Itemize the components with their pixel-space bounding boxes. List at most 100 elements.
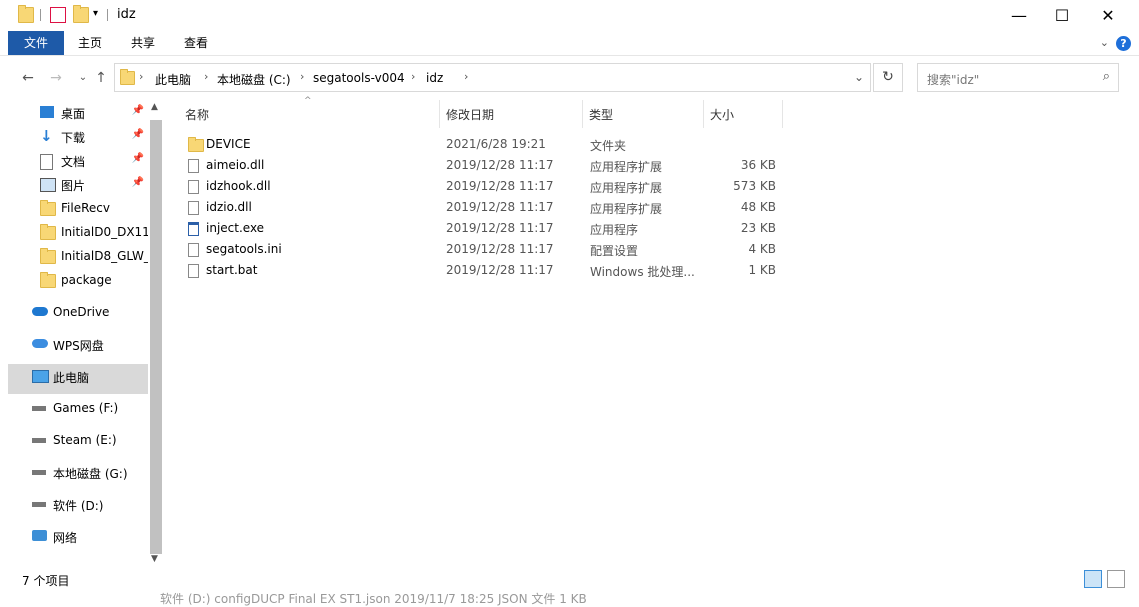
nav-scrollbar[interactable]: ▲ ▼ [148, 100, 163, 568]
nav-item-network[interactable]: 网络 [8, 524, 148, 554]
list-item[interactable]: segatools.ini 2019/12/28 11:17 配置设置 4 KB [180, 239, 800, 260]
nav-item-label: 此电脑 [53, 371, 90, 385]
file-size: 23 KB [740, 221, 776, 235]
divider[interactable] [582, 100, 583, 128]
properties-icon[interactable] [50, 7, 66, 23]
file-date: 2019/12/28 11:17 [446, 158, 554, 172]
sort-indicator-icon: ^ [304, 96, 312, 106]
ribbon-tabs: 文件 主页 共享 查看 ⌄ ? [0, 31, 1139, 56]
breadcrumb-idz[interactable]: idz [426, 71, 443, 85]
header-date[interactable]: 修改日期 [446, 106, 494, 123]
scrollbar-thumb[interactable] [150, 120, 162, 554]
file-size: 4 KB [748, 242, 776, 256]
header-size[interactable]: 大小 [710, 106, 734, 123]
nav-item-label: FileRecv [61, 201, 110, 215]
chevron-right-icon[interactable]: › [411, 70, 415, 83]
column-header: ^ 名称 修改日期 类型 大小 [171, 96, 1139, 130]
nav-item-onedrive[interactable]: OneDrive [8, 300, 148, 330]
divider [107, 9, 108, 21]
pin-icon[interactable]: 📌 [132, 129, 144, 140]
breadcrumb-this-pc[interactable]: 此电脑 [155, 71, 191, 88]
file-name: idzio.dll [206, 200, 252, 214]
list-item[interactable]: idzio.dll 2019/12/28 11:17 应用程序扩展 48 KB [180, 197, 800, 218]
pin-icon[interactable]: 📌 [132, 153, 144, 164]
nav-item-label: WPS网盘 [53, 339, 104, 353]
file-type: 文件夹 [590, 139, 627, 153]
chevron-right-icon[interactable]: › [204, 70, 208, 83]
scroll-down-icon[interactable]: ▼ [151, 554, 158, 564]
folder-icon [40, 248, 56, 264]
list-item[interactable]: idzhook.dll 2019/12/28 11:17 应用程序扩展 573 … [180, 176, 800, 197]
computer-icon [32, 370, 49, 383]
picture-icon [40, 178, 56, 192]
header-type[interactable]: 类型 [589, 106, 613, 123]
list-item[interactable]: aimeio.dll 2019/12/28 11:17 应用程序扩展 36 KB [180, 155, 800, 176]
breadcrumb-drive-c[interactable]: 本地磁盘 (C:) [217, 71, 291, 88]
nav-item-steam-e[interactable]: Steam (E:) [8, 428, 148, 458]
chevron-down-icon[interactable]: ▾ [93, 8, 98, 19]
large-icons-view-icon[interactable] [1107, 570, 1125, 588]
breadcrumb-segatools[interactable]: segatools-v004 [313, 71, 405, 85]
dll-icon [188, 159, 199, 173]
nav-item-drive-g[interactable]: 本地磁盘 (G:) [8, 460, 148, 490]
file-size: 573 KB [733, 179, 776, 193]
drive-icon [32, 438, 46, 443]
up-button[interactable]: ↑ [91, 68, 111, 88]
chevron-down-icon[interactable]: ⌄ [854, 70, 864, 84]
divider[interactable] [782, 100, 783, 128]
folder-icon [120, 69, 135, 85]
chevron-right-icon[interactable]: › [300, 70, 304, 83]
divider[interactable] [703, 100, 704, 128]
new-folder-icon[interactable] [73, 5, 89, 23]
file-type: 应用程序 [590, 223, 639, 237]
scroll-up-icon[interactable]: ▲ [151, 102, 158, 112]
tab-file[interactable]: 文件 [8, 31, 64, 55]
refresh-button[interactable]: ↻ [873, 63, 903, 92]
nav-item-label: InitialD8_GLW_I [61, 249, 148, 263]
folder-icon [18, 5, 34, 23]
minimize-button[interactable]: — [996, 0, 1042, 31]
details-view-icon[interactable] [1084, 570, 1102, 588]
bat-icon [188, 264, 199, 278]
file-type: 应用程序扩展 [590, 202, 663, 216]
address-bar[interactable]: › 此电脑 › 本地磁盘 (C:) › segatools-v004 › idz… [114, 63, 871, 92]
help-icon[interactable]: ? [1116, 36, 1131, 51]
pin-icon[interactable]: 📌 [132, 105, 144, 116]
navigation-pane: 桌面 📌 ↓ 下载 📌 文档 📌 图片 📌 FileRecv InitialD0… [0, 100, 148, 560]
item-count: 7 个项目 [22, 574, 70, 588]
list-item[interactable]: DEVICE 2021/6/28 19:21 文件夹 [180, 134, 800, 155]
file-size: 48 KB [740, 200, 776, 214]
list-item[interactable]: start.bat 2019/12/28 11:17 Windows 批处理..… [180, 260, 800, 281]
nav-item-package[interactable]: package [8, 268, 148, 298]
desktop-icon [40, 106, 54, 118]
divider[interactable] [439, 100, 440, 128]
back-button[interactable]: ← [18, 68, 38, 88]
nav-item-label: OneDrive [53, 305, 110, 319]
tab-view[interactable]: 查看 [174, 31, 218, 55]
expand-ribbon-icon[interactable]: ⌄ [1100, 36, 1109, 49]
nav-item-this-pc[interactable]: 此电脑 [8, 364, 148, 394]
nav-item-wps[interactable]: WPS网盘 [8, 332, 148, 362]
list-item[interactable]: inject.exe 2019/12/28 11:17 应用程序 23 KB [180, 218, 800, 239]
folder-icon [40, 272, 56, 288]
drive-icon [32, 406, 46, 411]
close-button[interactable]: ✕ [1085, 0, 1131, 31]
drive-icon [32, 470, 46, 475]
chevron-right-icon[interactable]: › [464, 70, 468, 83]
search-placeholder: 搜索"idz" [927, 73, 980, 87]
file-date: 2019/12/28 11:17 [446, 221, 554, 235]
nav-item-label: InitialD0_DX11_ [61, 225, 148, 239]
recent-locations-icon[interactable]: ⌄ [73, 68, 93, 88]
chevron-right-icon[interactable]: › [139, 70, 143, 83]
maximize-button[interactable]: ☐ [1039, 0, 1085, 31]
tab-home[interactable]: 主页 [68, 31, 112, 55]
nav-item-games-f[interactable]: Games (F:) [8, 396, 148, 426]
header-name[interactable]: 名称 [185, 106, 209, 123]
pin-icon[interactable]: 📌 [132, 177, 144, 188]
nav-item-drive-d[interactable]: 软件 (D:) [8, 492, 148, 522]
file-name: segatools.ini [206, 242, 282, 256]
tab-share[interactable]: 共享 [121, 31, 165, 55]
forward-button[interactable]: → [46, 68, 66, 88]
nav-item-label: 下载 [61, 131, 86, 145]
search-input[interactable]: 搜索"idz" ⌕ [917, 63, 1119, 92]
